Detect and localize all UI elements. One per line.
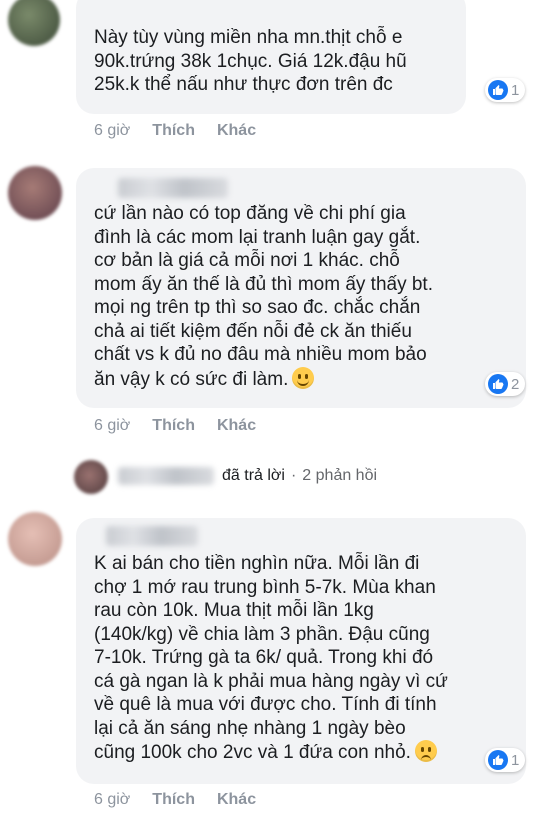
reaction-number: 1 (511, 751, 520, 769)
like-link[interactable]: Thích (152, 417, 195, 435)
smiling-face-emoji (292, 366, 315, 389)
more-link[interactable]: Khác (217, 791, 256, 809)
sad-face-emoji (414, 740, 437, 762)
comment-text: K ai bán cho tiền nghìn nữa. Mỗi lần đi … (94, 552, 508, 765)
like-link[interactable]: Thích (152, 791, 195, 809)
like-icon (488, 374, 508, 394)
comment-timestamp[interactable]: 6 giờ (94, 791, 130, 809)
commenter-avatar[interactable] (8, 512, 62, 566)
reaction-number: 1 (511, 81, 520, 99)
reaction-count[interactable]: 1 (485, 748, 526, 772)
reaction-count[interactable]: 2 (485, 372, 526, 396)
replier-name-blurred[interactable] (118, 467, 214, 485)
comment-text-content: K ai bán cho tiền nghìn nữa. Mỗi lần đi … (94, 553, 448, 763)
reply-action-text: đã trả lời (222, 467, 285, 484)
reply-count[interactable]: 2 phản hồi (302, 467, 377, 485)
comment-meta: 6 giờ Thích Khác (94, 417, 278, 435)
reply-summary[interactable]: đã trả lời · 2 phản hồi (118, 467, 377, 485)
commenter-avatar[interactable] (8, 166, 62, 220)
reaction-number: 2 (511, 375, 520, 393)
reaction-count[interactable]: 1 (485, 78, 526, 102)
comment-text: cứ lần nào có top đăng về chi phí gia đì… (94, 202, 508, 391)
comment-meta: 6 giờ Thích Khác (94, 791, 278, 809)
like-icon (488, 80, 508, 100)
like-icon (488, 750, 508, 770)
comment-meta: 6 giờ Thích Khác (94, 122, 278, 140)
like-link[interactable]: Thích (152, 122, 195, 140)
reply-separator: · (290, 467, 297, 484)
more-link[interactable]: Khác (217, 417, 256, 435)
commenter-name-blurred[interactable] (106, 526, 198, 546)
comment-bubble: Này tùy vùng miền nha mn.thịt chỗ e 90k.… (76, 0, 466, 114)
comment-timestamp[interactable]: 6 giờ (94, 122, 130, 140)
comment-bubble: K ai bán cho tiền nghìn nữa. Mỗi lần đi … (76, 518, 526, 784)
commenter-name-blurred[interactable] (118, 178, 228, 198)
comment-text: Này tùy vùng miền nha mn.thịt chỗ e 90k.… (94, 27, 407, 95)
replier-avatar[interactable] (74, 460, 108, 494)
comment-text-content: cứ lần nào có top đăng về chi phí gia đì… (94, 203, 433, 390)
comment-bubble: cứ lần nào có top đăng về chi phí gia đì… (76, 168, 526, 408)
comment-timestamp[interactable]: 6 giờ (94, 417, 130, 435)
commenter-avatar[interactable] (8, 0, 60, 46)
more-link[interactable]: Khác (217, 122, 256, 140)
